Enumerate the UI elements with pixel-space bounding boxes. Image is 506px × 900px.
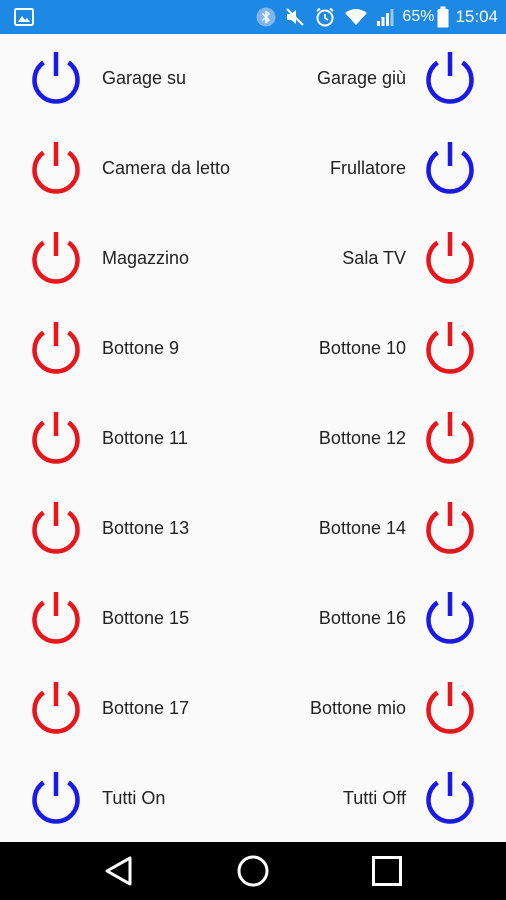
status-bar: 65% 15:04 [0, 0, 506, 34]
button-row: Camera da letto Frullatore [0, 124, 506, 214]
device-label: Frullatore [329, 158, 406, 178]
button-row: Bottone 11 Bottone 12 [0, 394, 506, 484]
device-cell: Bottone 12 [253, 394, 506, 484]
device-label: Bottone 12 [318, 428, 406, 448]
power-icon[interactable] [29, 591, 83, 645]
button-row: Magazzino Sala TV [0, 214, 506, 304]
power-icon[interactable] [423, 591, 477, 645]
device-cell: Bottone 16 [253, 574, 506, 664]
back-icon [105, 856, 132, 886]
alarm-icon [314, 6, 336, 28]
power-icon[interactable] [29, 681, 83, 735]
device-label: Camera da letto [102, 158, 231, 178]
power-icon[interactable] [423, 411, 477, 465]
power-icon[interactable] [29, 771, 83, 825]
button-row: Bottone 17 Bottone mio [0, 664, 506, 754]
status-icons: 65% 15:04 [248, 0, 498, 34]
device-cell: Bottone mio [253, 664, 506, 754]
device-cell: Magazzino [0, 214, 253, 304]
device-label: Bottone 14 [318, 518, 406, 538]
device-label: Sala TV [342, 248, 406, 268]
clock: 15:04 [455, 7, 498, 26]
device-label: Bottone 9 [102, 338, 180, 358]
power-icon[interactable] [423, 501, 477, 555]
device-cell: Bottone 11 [0, 394, 253, 484]
device-label: Garage su [102, 68, 187, 88]
button-row: Tutti On Tutti Off [0, 754, 506, 842]
device-label: Bottone mio [309, 698, 406, 718]
recents-icon [372, 856, 402, 886]
power-icon[interactable] [423, 51, 477, 105]
device-cell: Sala TV [253, 214, 506, 304]
device-label: Bottone 15 [102, 608, 190, 628]
power-icon[interactable] [423, 681, 477, 735]
button-grid: Garage su Garage giù Camera da letto Fru… [0, 34, 506, 842]
device-label: Bottone 10 [318, 338, 406, 358]
device-label: Garage giù [316, 68, 406, 88]
button-row: Bottone 9 Bottone 10 [0, 304, 506, 394]
battery-percent: 65% [402, 8, 435, 25]
device-cell: Garage su [0, 34, 253, 124]
device-cell: Frullatore [253, 124, 506, 214]
power-icon[interactable] [29, 411, 83, 465]
device-cell: Bottone 13 [0, 484, 253, 574]
device-label: Tutti Off [342, 788, 406, 808]
power-icon[interactable] [423, 141, 477, 195]
signal-icon [376, 7, 396, 27]
device-cell: Bottone 9 [0, 304, 253, 394]
power-icon[interactable] [29, 231, 83, 285]
power-icon[interactable] [29, 321, 83, 375]
back-button[interactable] [99, 853, 139, 889]
device-cell: Tutti On [0, 754, 253, 842]
device-label: Bottone 13 [102, 518, 190, 538]
device-cell: Bottone 15 [0, 574, 253, 664]
device-cell: Tutti Off [253, 754, 506, 842]
device-label: Bottone 17 [102, 698, 190, 718]
button-row: Garage su Garage giù [0, 34, 506, 124]
device-cell: Bottone 10 [253, 304, 506, 394]
power-icon[interactable] [29, 51, 83, 105]
power-icon[interactable] [423, 771, 477, 825]
home-button[interactable] [233, 853, 273, 889]
power-icon[interactable] [29, 141, 83, 195]
device-cell: Bottone 17 [0, 664, 253, 754]
power-icon[interactable] [423, 231, 477, 285]
image-icon [14, 8, 34, 26]
wifi-icon [344, 7, 368, 27]
mute-icon [284, 7, 306, 27]
device-label: Tutti On [102, 788, 166, 808]
button-row: Bottone 15 Bottone 16 [0, 574, 506, 664]
recents-button[interactable] [367, 853, 407, 889]
power-icon[interactable] [423, 321, 477, 375]
device-cell: Garage giù [253, 34, 506, 124]
device-label: Magazzino [102, 248, 190, 268]
button-row: Bottone 13 Bottone 14 [0, 484, 506, 574]
device-label: Bottone 11 [102, 428, 188, 448]
power-icon[interactable] [29, 501, 83, 555]
home-icon [237, 855, 269, 887]
device-cell: Bottone 14 [253, 484, 506, 574]
device-cell: Camera da letto [0, 124, 253, 214]
navigation-bar [0, 842, 506, 900]
device-label: Bottone 16 [318, 608, 406, 628]
battery-icon [437, 6, 449, 28]
bluetooth-icon [256, 7, 276, 27]
